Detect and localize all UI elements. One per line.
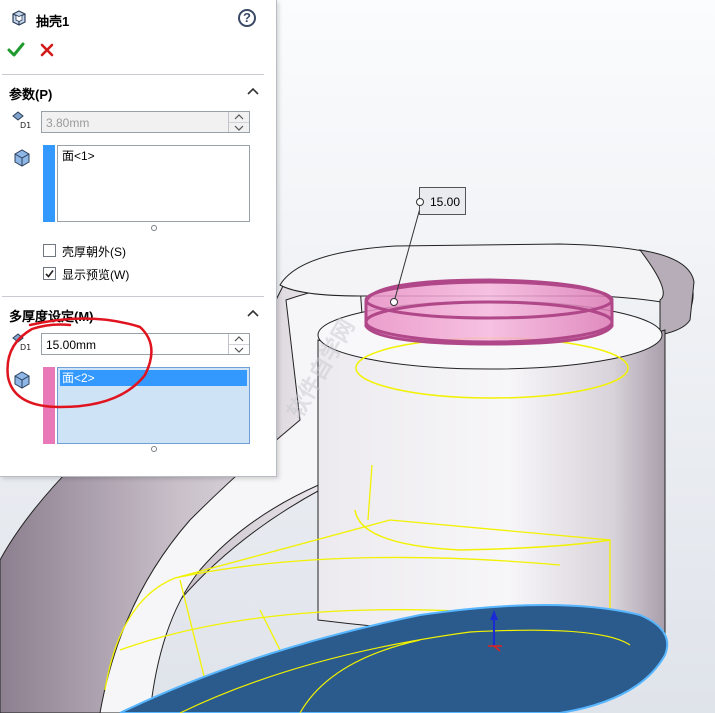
checkmark-icon	[45, 270, 54, 278]
help-icon[interactable]: ?	[238, 9, 256, 27]
shell-outward-label: 壳厚朝外(S)	[62, 245, 126, 259]
spin-up-icon[interactable]	[229, 334, 249, 344]
show-preview-checkbox[interactable]	[43, 267, 56, 280]
check-icon[interactable]	[6, 40, 26, 60]
dimension-value: 15.00	[430, 195, 461, 209]
parameters-section-header[interactable]: 参数(P)	[0, 80, 264, 102]
show-preview-label: 显示预览(W)	[62, 268, 130, 282]
callout-handle-icon[interactable]	[416, 198, 424, 206]
thickness-value: 3.80mm	[46, 116, 90, 130]
svg-text:D1: D1	[20, 121, 31, 130]
property-manager-panel: 抽壳1 ? 参数(P) D1 3.80mm 面<1> 壳厚朝外(S) 显示预览(…	[0, 0, 277, 477]
divider	[2, 296, 264, 297]
shell-feature-icon	[12, 10, 26, 26]
spin-down-icon[interactable]	[229, 122, 249, 133]
spin-up-icon[interactable]	[229, 112, 249, 122]
close-icon[interactable]	[37, 40, 57, 60]
feature-title-row: 抽壳1 ?	[0, 0, 276, 36]
dimension-leader-dot	[390, 298, 398, 306]
faces-to-remove-list[interactable]: 面<1>	[57, 145, 250, 222]
face-select-icon	[14, 149, 30, 167]
spin-down-icon[interactable]	[229, 344, 249, 355]
parameters-section-title: 参数(P)	[9, 87, 53, 102]
list-resize-handle[interactable]	[151, 446, 157, 452]
divider	[2, 74, 264, 75]
red-annotation-circle	[6, 317, 153, 409]
shell-outward-checkbox[interactable]	[43, 244, 56, 257]
chevron-up-icon[interactable]	[246, 86, 260, 96]
thickness-input[interactable]: 3.80mm	[41, 111, 250, 133]
face-color-bar	[43, 145, 55, 222]
dimension-callout[interactable]: 15.00	[416, 187, 466, 215]
feature-title: 抽壳1	[36, 14, 70, 29]
thickness-stepper[interactable]	[228, 112, 249, 132]
list-item[interactable]: 面<1>	[60, 148, 95, 164]
thickness-dimension-icon: D1	[12, 111, 31, 130]
chevron-up-icon[interactable]	[246, 308, 260, 318]
list-resize-handle[interactable]	[151, 225, 157, 231]
multi-thickness-stepper[interactable]	[228, 334, 249, 354]
